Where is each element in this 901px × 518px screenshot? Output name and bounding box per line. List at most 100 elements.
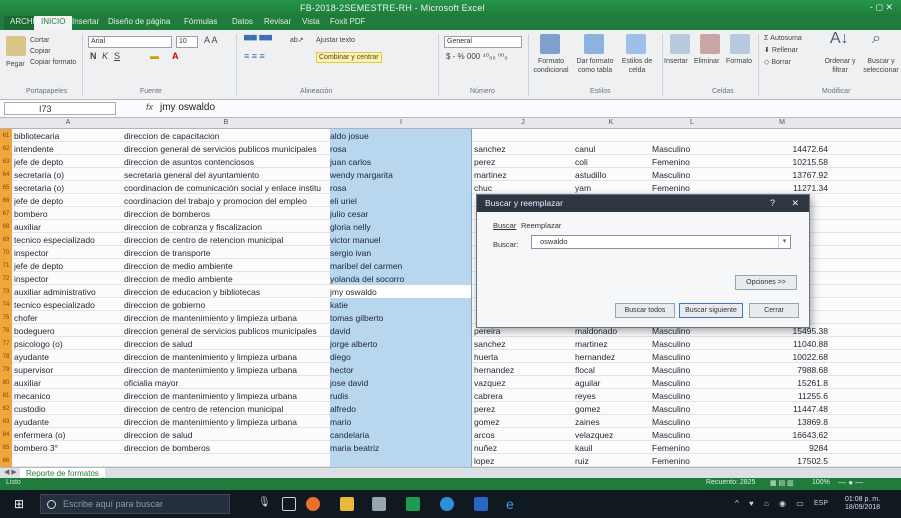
paste-icon[interactable] <box>6 36 26 56</box>
tab-datos[interactable]: Datos <box>232 17 253 26</box>
fill-color-icon[interactable]: ▬ <box>150 52 159 61</box>
system-tray-icons[interactable]: ^ ♥ ⌂ ◉ ▭ <box>735 499 808 508</box>
format-table-icon[interactable] <box>584 34 604 54</box>
input-language[interactable]: ESP <box>814 500 828 507</box>
delete-cells-icon[interactable] <box>700 34 720 54</box>
tab-revisar[interactable]: Revisar <box>264 17 291 26</box>
file-explorer-icon[interactable] <box>340 497 354 511</box>
orientation-icon[interactable]: ab↗ <box>290 36 304 45</box>
dialog-title-bar: Buscar y reemplazar ? ✕ <box>477 195 809 212</box>
cut-button[interactable]: Cortar <box>30 36 49 45</box>
merge-center-button[interactable]: Combinar y centrar <box>316 52 382 63</box>
excel-taskbar-icon[interactable] <box>406 497 420 511</box>
underline-button[interactable]: S <box>114 52 120 61</box>
cell-a[interactable] <box>14 454 122 467</box>
wrap-text-button[interactable]: Ajustar texto <box>316 36 355 45</box>
window-controls[interactable]: - ◻ ✕ <box>870 2 893 13</box>
delete-cells-button[interactable]: Eliminar <box>694 57 719 66</box>
name-box[interactable]: I73 <box>4 102 116 115</box>
cell-j[interactable]: lopez <box>474 454 572 467</box>
close-button[interactable]: Cerrar <box>749 303 799 318</box>
sort-filter-icon[interactable]: A↓ <box>830 31 849 47</box>
format-cells-button[interactable]: Formato <box>726 57 752 66</box>
view-buttons-icon[interactable]: ▦ ▤ ▥ <box>770 479 794 487</box>
find-input-value: oswaldo <box>540 237 568 246</box>
chrome-icon[interactable] <box>440 497 454 511</box>
font-color-icon[interactable]: A <box>172 52 179 61</box>
clear-button[interactable]: ◇ Borrar <box>764 58 791 67</box>
windows-start-icon[interactable]: ⊞ <box>14 498 26 510</box>
fill-button[interactable]: ⬇ Rellenar <box>764 46 798 55</box>
calculator-icon[interactable] <box>372 497 386 511</box>
format-table-button[interactable]: Dar formato como tabla <box>572 57 618 75</box>
cell-b[interactable] <box>124 454 328 467</box>
copy-button[interactable]: Copiar <box>30 47 51 56</box>
cell-styles-icon[interactable] <box>626 34 646 54</box>
edge-icon[interactable]: e <box>506 497 520 511</box>
sort-filter-button[interactable]: Ordenar y filtrar <box>820 57 860 75</box>
format-cells-icon[interactable] <box>730 34 750 54</box>
tab-find[interactable]: Buscar <box>493 221 516 230</box>
tab-replace[interactable]: Reemplazar <box>521 221 561 230</box>
tab-insertar[interactable]: Insertar <box>72 17 99 26</box>
number-format-select[interactable]: General <box>444 36 522 48</box>
find-input[interactable]: oswaldo ▾ <box>531 235 791 249</box>
cortana-circle-icon <box>47 500 56 509</box>
find-all-button[interactable]: Buscar todos <box>615 303 675 318</box>
font-name-select[interactable]: Arial <box>88 36 172 48</box>
insert-cells-button[interactable]: Insertar <box>664 57 688 66</box>
options-button[interactable]: Opciones >> <box>735 275 797 290</box>
column-header-m[interactable]: M <box>736 119 828 126</box>
number-format-buttons[interactable]: $ - % 000 ⁴⁰₀₀ ⁰⁰₀ <box>446 52 508 61</box>
cell-k[interactable]: ruiz <box>575 454 647 467</box>
firefox-icon[interactable] <box>306 497 320 511</box>
tab-inicio[interactable]: INICIO <box>34 16 73 30</box>
paste-button[interactable]: Pegar <box>6 60 25 69</box>
windows-taskbar: ⊞ Escribe aquí para buscar 🎙 e ^ ♥ ⌂ ◉ ▭… <box>0 490 901 518</box>
column-header-j[interactable]: J <box>474 119 572 126</box>
taskbar-clock[interactable]: 01:08 p. m. 18/09/2018 <box>845 496 880 512</box>
row-number[interactable]: 86 <box>0 454 12 467</box>
align-left-icon[interactable]: ≡ ≡ ≡ <box>244 52 265 61</box>
cell-i[interactable] <box>330 454 472 467</box>
formula-input[interactable]: jmy oswaldo <box>160 102 215 113</box>
zoom-level[interactable]: 100% <box>812 479 830 486</box>
format-painter-button[interactable]: Copiar formato <box>30 58 76 67</box>
cell-styles-button[interactable]: Estilos de celda <box>618 57 656 75</box>
column-header-i[interactable]: I <box>330 119 472 126</box>
word-taskbar-icon[interactable] <box>474 497 488 511</box>
insert-cells-icon[interactable] <box>670 34 690 54</box>
conditional-format-icon[interactable] <box>540 34 560 54</box>
fx-icon[interactable]: fx <box>146 102 153 112</box>
sheet-nav-icon[interactable]: ◀ ▶ <box>4 468 17 476</box>
conditional-format-button[interactable]: Formato condicional <box>530 57 572 75</box>
table-row: 86 lopez ruiz Femenino 17502.5 <box>0 454 901 467</box>
task-view-icon[interactable] <box>282 497 296 511</box>
column-header-a[interactable]: A <box>14 119 122 126</box>
cell-m[interactable]: 17502.5 <box>736 454 828 467</box>
find-select-icon[interactable]: ⌕ <box>872 31 881 47</box>
column-header-b[interactable]: B <box>124 119 328 126</box>
clear-label: Borrar <box>771 59 791 66</box>
ribbon-separator <box>662 34 663 96</box>
microphone-icon[interactable]: 🎙 <box>258 497 272 511</box>
dialog-controls[interactable]: ? ✕ <box>770 195 799 212</box>
italic-button[interactable]: K <box>102 52 108 61</box>
align-top-icon[interactable]: ▀▀ ▀▀ <box>244 36 272 45</box>
tab-vista[interactable]: Vista <box>302 17 320 26</box>
column-header-k[interactable]: K <box>575 119 647 126</box>
autosum-button[interactable]: Σ Autosuma <box>764 34 802 43</box>
chevron-down-icon[interactable]: ▾ <box>778 236 790 248</box>
tab-fórmulas[interactable]: Fórmulas <box>184 17 217 26</box>
font-grow-button[interactable]: A A <box>204 36 218 45</box>
bold-button[interactable]: N <box>90 52 97 61</box>
cell-l[interactable]: Femenino <box>652 454 732 467</box>
find-select-button[interactable]: Buscar y seleccionar <box>862 57 900 75</box>
tab-diseño-de-página[interactable]: Diseño de página <box>108 17 170 26</box>
column-header-l[interactable]: L <box>652 119 732 126</box>
taskbar-search-box[interactable]: Escribe aquí para buscar <box>40 494 230 514</box>
zoom-slider[interactable]: — ● — <box>838 478 863 487</box>
find-next-button[interactable]: Buscar siguiente <box>679 303 743 318</box>
tab-foxit-pdf[interactable]: Foxit PDF <box>330 17 366 26</box>
font-size-select[interactable]: 10 <box>176 36 198 48</box>
